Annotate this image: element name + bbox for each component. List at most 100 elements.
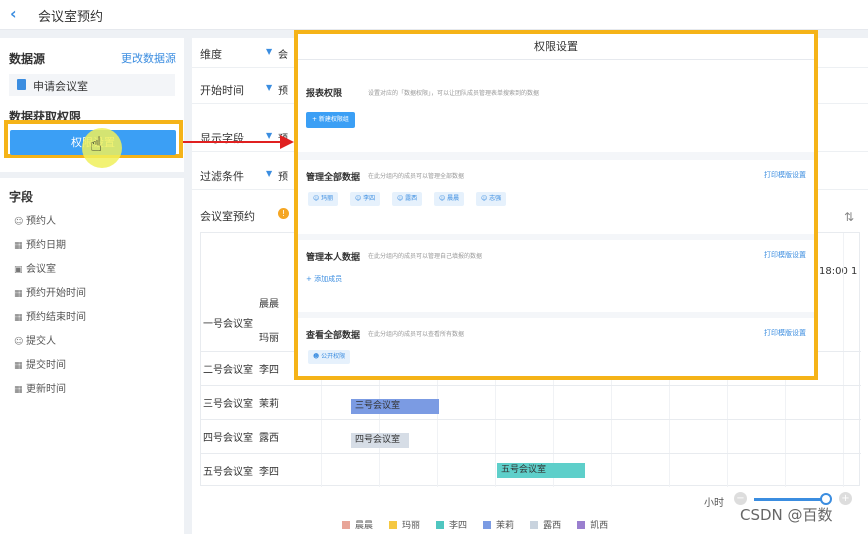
caret-down-icon: ▼ — [266, 169, 273, 178]
annotation-arrow-head — [280, 135, 294, 149]
person-label: 晨晨 — [259, 299, 279, 310]
legend-label: 茉莉 — [496, 521, 515, 531]
member-chip[interactable]: ☺ 志强 — [476, 192, 507, 206]
member-chip[interactable]: ☺ 李四 — [350, 192, 381, 206]
chip-label: 玛丽 — [321, 195, 334, 202]
add-member-label: 添加成员 — [314, 275, 343, 283]
fields-title: 字段 — [9, 190, 34, 204]
zoom-label: 小时 — [704, 498, 724, 509]
modal-title: 权限设置 — [298, 34, 814, 60]
permission-settings-modal: 权限设置 报表权限 设置对应的「数据权限」，可以让团队成员管理表单搜索到的数据 … — [294, 30, 818, 380]
field-item[interactable]: ☺ 预约人 — [14, 212, 56, 227]
section-description: 在此分组内的成员可以管理全部数据 — [368, 173, 465, 180]
chip-label: 公开权限 — [321, 353, 346, 360]
field-label: 预约人 — [26, 216, 56, 227]
datasource-item-label: 申请会议室 — [33, 80, 88, 93]
person-icon: ☻ — [313, 353, 322, 360]
calendar-icon: ▦ — [14, 313, 23, 323]
new-permission-group-button[interactable]: + 新建权限组 — [306, 112, 355, 128]
view-all-section: 查看全部数据 在此分组内的成员可以查看所有数据 打印模版设置 ☻ 公开权限 — [298, 318, 814, 376]
person-label: 玛丽 — [259, 333, 279, 344]
field-label: 提交人 — [26, 336, 56, 347]
zoom-in-icon[interactable]: + — [839, 492, 852, 505]
room-label: 五号会议室 — [203, 467, 253, 478]
legend-item: 茉莉 — [483, 518, 514, 531]
person-icon: ☺ — [481, 195, 490, 202]
booking-block[interactable]: 五号会议室 — [497, 463, 585, 478]
chip-label: 志强 — [489, 195, 502, 202]
field-item[interactable]: ▣ 会议室 — [14, 260, 56, 275]
fields-panel: 字段 ☺ 预约人 ▦ 预约日期 ▣ 会议室 ▦ 预约开始时间 ▦ 预约结束时间 ☺ 提交人 ▦ 提交时间 ▦… — [0, 178, 184, 534]
section-title: 查看全部数据 — [306, 331, 361, 341]
member-chip[interactable]: ☻ 公开权限 — [308, 350, 351, 364]
section-description: 在此分组内的成员可以查看所有数据 — [368, 331, 465, 338]
document-icon — [17, 79, 26, 90]
report-permission-section: 报表权限 设置对应的「数据权限」，可以让团队成员管理表单搜索到的数据 + 新建权… — [298, 60, 814, 152]
field-item[interactable]: ▦ 预约日期 — [14, 236, 66, 251]
field-label: 更新时间 — [26, 384, 66, 395]
change-datasource-link[interactable]: 更改数据源 — [121, 50, 176, 66]
chevron-left-icon[interactable]: ‹ — [10, 4, 17, 23]
person-icon: ☺ — [397, 195, 406, 202]
room-label: 四号会议室 — [203, 433, 253, 444]
member-chip[interactable]: ☺ 晨晨 — [434, 192, 465, 206]
calendar-icon: ▦ — [14, 241, 23, 251]
section-description: 在此分组内的成员可以管理自己填报的数据 — [368, 253, 483, 260]
grid-line — [843, 233, 844, 487]
row-divider — [201, 453, 861, 454]
annotation-arrow — [183, 141, 283, 143]
legend-label: 玛丽 — [402, 521, 421, 531]
person-label: 李四 — [259, 365, 279, 376]
calendar-icon: ▦ — [14, 361, 23, 371]
legend-swatch — [577, 521, 586, 529]
room-label: 三号会议室 — [203, 399, 253, 410]
calendar-icon: ▦ — [14, 385, 23, 395]
section-title: 管理本人数据 — [306, 253, 361, 263]
print-template-link[interactable]: 打印模版设置 — [764, 328, 806, 338]
print-template-link[interactable]: 打印模版设置 — [764, 170, 806, 180]
datasource-item[interactable]: 申请会议室 — [9, 74, 175, 96]
legend-label: 李四 — [449, 521, 468, 531]
manage-own-section: 管理本人数据 在此分组内的成员可以管理自己填报的数据 打印模版设置 + 添加成员 — [298, 240, 814, 312]
legend-item: 露西 — [530, 518, 561, 531]
booking-block[interactable]: 四号会议室 — [351, 433, 409, 448]
legend-swatch — [436, 521, 445, 529]
chip-label: 露西 — [405, 195, 418, 202]
field-item[interactable]: ▦ 更新时间 — [14, 380, 66, 395]
chip-label: 晨晨 — [447, 195, 460, 202]
zoom-slider-track[interactable] — [754, 498, 826, 501]
person-label: 露西 — [259, 433, 279, 444]
config-label: 开始时间 — [200, 84, 244, 97]
booking-block[interactable]: 三号会议室 — [351, 399, 439, 414]
person-label: 茉莉 — [259, 399, 279, 410]
section-description: 设置对应的「数据权限」，可以让团队成员管理表单搜索到的数据 — [368, 90, 540, 97]
box-icon: ▣ — [14, 265, 23, 275]
field-item[interactable]: ▦ 提交时间 — [14, 356, 66, 371]
watermark: CSDN @百数 — [740, 506, 833, 524]
member-chip[interactable]: ☺ 露西 — [392, 192, 423, 206]
modal-body: 报表权限 设置对应的「数据权限」，可以让团队成员管理表单搜索到的数据 + 新建权… — [298, 60, 814, 376]
sort-icon[interactable]: ⇅ — [844, 210, 854, 224]
top-bar: ‹ 会议室预约 — [0, 0, 868, 30]
legend-swatch — [530, 521, 539, 529]
caret-down-icon: ▼ — [266, 131, 273, 140]
field-item[interactable]: ☺ 提交人 — [14, 332, 56, 347]
section-title: 管理全部数据 — [306, 173, 361, 183]
member-chip[interactable]: ☺ 玛丽 — [308, 192, 339, 206]
legend-label: 凯西 — [590, 521, 609, 531]
manage-all-section: 管理全部数据 在此分组内的成员可以管理全部数据 打印模版设置 ☺ 玛丽 ☺ 李四 ☺… — [298, 160, 814, 234]
field-label: 会议室 — [26, 264, 56, 275]
warning-icon: ! — [278, 208, 289, 219]
caret-down-icon: ▼ — [266, 83, 273, 92]
person-label: 李四 — [259, 467, 279, 478]
field-label: 预约结束时间 — [26, 312, 86, 323]
legend-swatch — [342, 521, 350, 529]
select-value: 预 — [278, 86, 288, 97]
print-template-link[interactable]: 打印模版设置 — [764, 250, 806, 260]
select-value: 预 — [278, 172, 288, 183]
room-label: 二号会议室 — [203, 365, 253, 376]
field-item[interactable]: ▦ 预约开始时间 — [14, 284, 86, 299]
field-item[interactable]: ▦ 预约结束时间 — [14, 308, 86, 323]
add-member-button[interactable]: + 添加成员 — [306, 274, 342, 284]
person-icon: ☺ — [355, 195, 364, 202]
